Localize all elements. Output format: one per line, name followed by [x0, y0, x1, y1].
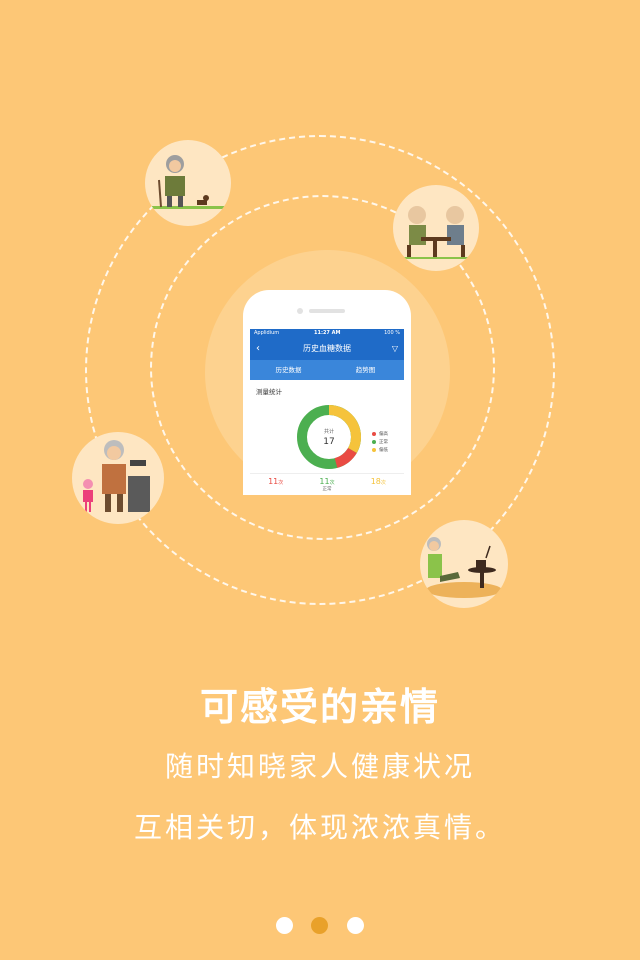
- phone-mockup: Applidium 11:27 AM 100 % ‹ 历史血糖数据 ▽ 历史数据…: [243, 290, 411, 495]
- page-dot-2[interactable]: [311, 917, 328, 934]
- illustration: Applidium 11:27 AM 100 % ‹ 历史血糖数据 ▽ 历史数据…: [0, 0, 640, 640]
- tab-trend-chart[interactable]: 趋势图: [327, 360, 404, 380]
- page-indicator: [0, 917, 640, 935]
- tab-history-data[interactable]: 历史数据: [250, 360, 327, 380]
- phone-speaker: [309, 309, 345, 313]
- filter-icon[interactable]: ▽: [392, 338, 398, 360]
- stats-title: 测量统计: [256, 388, 282, 396]
- status-time: 11:27 AM: [314, 330, 341, 336]
- legend-item-low: 偏低: [372, 446, 388, 454]
- count-low: 18次: [353, 477, 404, 492]
- count-low-unit: 次: [380, 480, 386, 486]
- legend-dot-normal: [372, 440, 376, 444]
- page-dot-3[interactable]: [347, 917, 364, 934]
- nav-title: 历史血糖数据: [303, 344, 351, 353]
- legend-item-normal: 正常: [372, 438, 388, 446]
- status-battery: 100 %: [384, 330, 400, 336]
- donut-high-segment: [334, 447, 357, 468]
- donut-total-value: 17: [323, 437, 334, 447]
- legend-item-high: 偏高: [372, 430, 388, 438]
- phone-screen: Applidium 11:27 AM 100 % ‹ 历史血糖数据 ▽ 历史数据…: [250, 329, 404, 495]
- nav-bar: ‹ 历史血糖数据 ▽: [250, 338, 404, 360]
- count-low-value: 18: [370, 477, 381, 486]
- elder-with-child-illustration: [72, 432, 164, 524]
- count-normal: 11次 正常: [301, 477, 352, 492]
- elders-at-table-illustration: [393, 185, 479, 271]
- legend-dot-high: [372, 432, 376, 436]
- count-high-value: 11: [268, 477, 279, 486]
- back-chevron-icon[interactable]: ‹: [256, 338, 260, 360]
- legend-label-low: 偏低: [379, 448, 388, 453]
- count-normal-value: 11: [319, 477, 330, 486]
- subtitle-line-2: 互相关切，体现浓浓真情。: [133, 811, 506, 844]
- legend-label-normal: 正常: [379, 440, 388, 445]
- phone-camera: [297, 308, 303, 314]
- page-title: 可感受的亲情: [199, 685, 440, 729]
- segment-tabs: 历史数据 趋势图: [250, 360, 404, 380]
- stats-donut-chart: 共计 17: [297, 405, 361, 469]
- count-high-unit: 次: [278, 480, 284, 486]
- elder-walking-dog-illustration: [145, 140, 231, 226]
- count-normal-label: 正常: [322, 487, 332, 492]
- status-bar: Applidium 11:27 AM 100 %: [250, 329, 404, 338]
- donut-total-label: 共计: [324, 428, 334, 435]
- page-dot-1[interactable]: [276, 917, 293, 934]
- legend-label-high: 偏高: [379, 432, 388, 437]
- subtitle-line-1: 随时知晓家人健康状况: [164, 750, 475, 783]
- count-summary: 11次 11次 正常 18次: [250, 473, 404, 492]
- count-high: 11次: [250, 477, 301, 492]
- legend-dot-low: [372, 448, 376, 452]
- chart-legend: 偏高 正常 偏低: [372, 430, 388, 454]
- status-carrier: Applidium: [254, 330, 280, 336]
- elder-resting-illustration: [420, 520, 508, 608]
